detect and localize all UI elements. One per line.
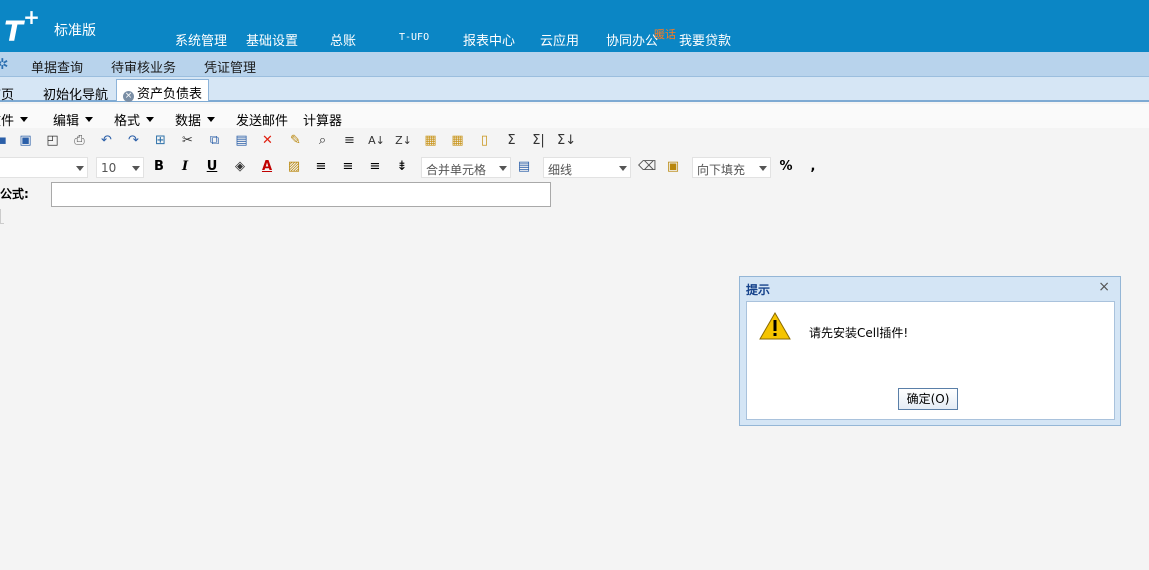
- chevron-down-icon: [499, 166, 507, 171]
- nav-cloud-apps[interactable]: 云应用: [540, 30, 579, 49]
- print-preview-icon[interactable]: ◰: [44, 132, 61, 149]
- edition-label: 标准版: [54, 23, 96, 39]
- insert-column-icon[interactable]: ▦: [449, 132, 466, 149]
- font-size-select[interactable]: 10: [96, 157, 144, 178]
- tab-bar: 首页 初始化导航 ×资产负债表: [0, 77, 1149, 103]
- print-icon[interactable]: ⎙: [71, 132, 88, 149]
- chevron-down-icon: [619, 166, 627, 171]
- cell-properties-icon[interactable]: ▣: [665, 159, 681, 174]
- paste-icon[interactable]: ▤: [233, 132, 250, 149]
- chevron-down-icon: [76, 166, 84, 171]
- italic-button[interactable]: I: [177, 159, 193, 174]
- sort-descending-icon[interactable]: Z↓: [395, 132, 412, 149]
- replace-icon[interactable]: ≡: [341, 132, 358, 149]
- formula-label: 输入公式:: [0, 187, 29, 201]
- nav-collaboration[interactable]: 协同办公: [606, 30, 658, 49]
- chevron-down-icon: [759, 166, 767, 171]
- tab-active-label: 资产负债表: [137, 87, 203, 102]
- nav-system-management[interactable]: 系统管理: [175, 30, 227, 49]
- delete-icon[interactable]: ✕: [259, 132, 276, 149]
- font-family-select[interactable]: [0, 157, 88, 178]
- quick-menu-bar: ✲ 单据查询 待审核业务 凭证管理: [0, 52, 1149, 77]
- formula-input[interactable]: [51, 182, 551, 207]
- sum-icon[interactable]: Σ: [503, 132, 520, 149]
- warning-icon: [759, 311, 791, 343]
- alert-dialog: 提示 × 请先安装Cell插件! 确定(O): [739, 276, 1121, 426]
- tab-close-icon[interactable]: ×: [123, 91, 134, 102]
- dialog-title: 提示: [746, 283, 771, 297]
- sum-column-icon[interactable]: Σ↓: [557, 132, 576, 149]
- underline-button[interactable]: U: [204, 159, 220, 174]
- redo-icon[interactable]: ↷: [125, 132, 142, 149]
- save-icon[interactable]: ▪: [0, 132, 11, 149]
- thousands-separator-button[interactable]: ,: [805, 159, 821, 174]
- quick-doc-query[interactable]: 单据查询: [31, 57, 83, 76]
- app-header: T+ 标准版 系统管理 基础设置 总账 T-UFO 报表中心 云应用 协同办公 …: [0, 0, 1149, 52]
- nav-general-ledger[interactable]: 总账: [330, 30, 356, 49]
- menu-format[interactable]: 格式: [114, 110, 155, 129]
- chevron-down-icon: [146, 117, 155, 122]
- close-icon[interactable]: ×: [1098, 279, 1110, 295]
- toolbar-main: ▪ ▣ ◰ ⎙ ↶ ↷ ⊞ ✂ ⧉ ▤ ✕ ✎ ⌕ ≡ A↓ Z↓ ▦ ▦ ▯ …: [0, 129, 1149, 153]
- insert-row-icon[interactable]: ▦: [422, 132, 439, 149]
- line-style-select[interactable]: 细线: [543, 157, 631, 178]
- cut-icon[interactable]: ✂: [179, 132, 196, 149]
- bold-button[interactable]: B: [151, 159, 167, 174]
- fill-color-icon[interactable]: ◈: [232, 159, 248, 174]
- grid-lines-icon[interactable]: ▤: [516, 159, 532, 174]
- merge-cells-select[interactable]: 合并单元格: [421, 157, 511, 178]
- quick-pending-review[interactable]: 待审核业务: [111, 57, 176, 76]
- toolbar-format: 10 B I U ◈ A ▨ ≡ ≡ ≡ ⇟ 合并单元格 ▤ 细线 ⌫ ▣ 向下…: [0, 155, 1149, 179]
- chevron-down-icon: [132, 166, 140, 171]
- nav-t-ufo[interactable]: T-UFO: [399, 32, 429, 43]
- hot-badge: 暖话: [654, 28, 676, 41]
- align-left-icon[interactable]: ≡: [313, 159, 329, 174]
- nav-loan[interactable]: 我要贷款: [679, 30, 731, 49]
- menu-file[interactable]: 文件: [0, 110, 29, 129]
- format-brush-icon[interactable]: ✎: [287, 132, 304, 149]
- eraser-icon[interactable]: ⌫: [638, 159, 656, 174]
- dialog-message: 请先安装Cell插件!: [809, 326, 909, 340]
- nav-report-center[interactable]: 报表中心: [463, 30, 515, 49]
- clipboard-icon[interactable]: ▯: [476, 132, 493, 149]
- chevron-down-icon: [20, 117, 29, 122]
- menu-bar: 文件 编辑 格式 数据 发送邮件 计算器: [0, 104, 1149, 129]
- menu-send-mail[interactable]: 发送邮件: [236, 110, 288, 129]
- save-as-icon[interactable]: ▣: [17, 132, 34, 149]
- copy-icon[interactable]: ⧉: [206, 132, 223, 149]
- select-all-icon[interactable]: ⊞: [152, 132, 169, 149]
- border-icon[interactable]: ▨: [286, 159, 302, 174]
- percent-format-button[interactable]: %: [778, 159, 794, 174]
- dialog-body: 请先安装Cell插件! 确定(O): [746, 301, 1115, 420]
- tab-home[interactable]: 首页: [0, 81, 14, 103]
- menu-edit[interactable]: 编辑: [53, 110, 94, 129]
- fill-down-select[interactable]: 向下填充: [692, 157, 771, 178]
- tab-balance-sheet[interactable]: × 资产负债表: [116, 79, 210, 102]
- nav-basic-settings[interactable]: 基础设置: [246, 30, 298, 49]
- sort-ascending-icon[interactable]: A↓: [368, 132, 385, 149]
- font-color-icon[interactable]: A: [259, 159, 275, 174]
- gear-icon[interactable]: ✲: [0, 55, 9, 73]
- sheet-corner: [0, 209, 4, 224]
- chevron-down-icon: [85, 117, 94, 122]
- quick-voucher-management[interactable]: 凭证管理: [204, 57, 256, 76]
- undo-icon[interactable]: ↶: [98, 132, 115, 149]
- align-right-icon[interactable]: ≡: [367, 159, 383, 174]
- menu-calculator[interactable]: 计算器: [303, 110, 342, 129]
- menu-data[interactable]: 数据: [175, 110, 216, 129]
- find-icon[interactable]: ⌕: [314, 132, 331, 149]
- chevron-down-icon: [207, 117, 216, 122]
- tab-init-guide[interactable]: 初始化导航: [43, 81, 108, 103]
- app-logo: T+: [4, 5, 40, 48]
- ok-button[interactable]: 确定(O): [898, 388, 958, 410]
- wrap-text-icon[interactable]: ⇟: [394, 159, 410, 174]
- align-center-icon[interactable]: ≡: [340, 159, 356, 174]
- sum-row-icon[interactable]: Σ|: [530, 132, 547, 149]
